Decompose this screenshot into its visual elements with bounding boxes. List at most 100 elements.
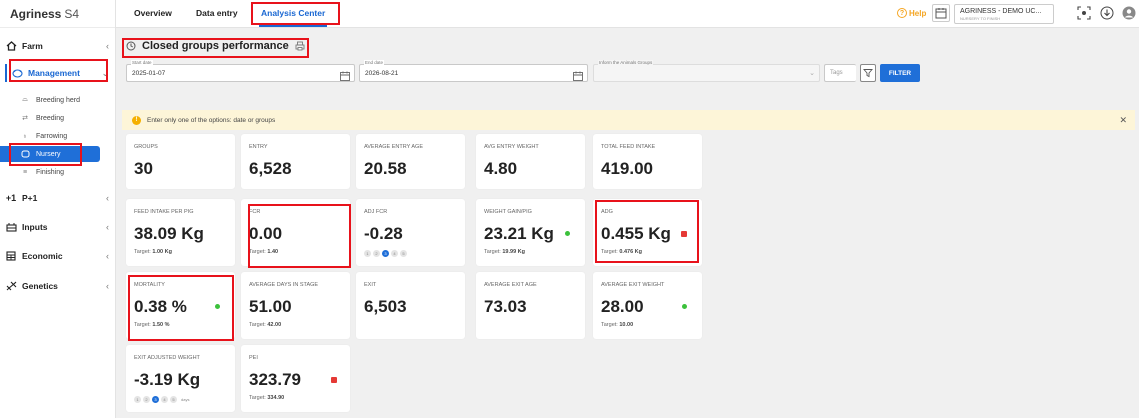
plus-one-icon: +1	[5, 193, 17, 203]
pager-dot-active[interactable]: 3	[152, 396, 159, 403]
card-label: ADJ FCR	[364, 209, 388, 215]
kpi-card-adg: ADG 0.455 Kg Target: 0.476 Kg	[593, 199, 702, 266]
funnel-icon	[863, 69, 873, 78]
card-target: Target: 1.00 Kg	[134, 249, 172, 255]
help-button[interactable]: ? Help	[897, 8, 926, 18]
sidebar-subitem-finishing[interactable]: ≡ Finishing	[0, 164, 102, 180]
farm-selector[interactable]: AGRINESS - DEMO UC... NURSERY TO FINISH	[954, 4, 1054, 24]
sidebar-item-economic[interactable]: Economic ‹	[0, 245, 116, 267]
app-brand[interactable]: Agriness S4	[0, 0, 115, 28]
sidebar-subitem-farrowing[interactable]: ♁ Farrowing	[0, 128, 102, 144]
pager-dot-active[interactable]: 3	[382, 250, 389, 257]
sidebar: Agriness S4 Farm ‹ Management ⌄ ⌓ Breedi…	[0, 0, 116, 418]
info-banner: ! Enter only one of the options: date or…	[122, 110, 1135, 130]
pager-dot[interactable]: 5	[400, 250, 407, 257]
sidebar-item-genetics[interactable]: Genetics ‹	[0, 275, 116, 297]
start-date-field[interactable]: Start date 2025-01-07	[126, 60, 355, 82]
scan-icon[interactable]	[1076, 5, 1092, 21]
banner-text: Enter only one of the options: date or g…	[147, 116, 276, 124]
target-value: 334.90	[267, 395, 285, 401]
download-icon[interactable]	[1099, 5, 1115, 21]
target-label: Target:	[601, 322, 618, 328]
sidebar-item-farm[interactable]: Farm ‹	[0, 35, 116, 57]
status-good-dot	[215, 304, 220, 309]
kpi-card-weight-gain: WEIGHT GAIN/PIG 23.21 Kg Target: 19.99 K…	[476, 199, 585, 266]
target-label: Target:	[484, 249, 501, 255]
subitem-label: Nursery	[36, 150, 61, 158]
calendar-icon[interactable]	[340, 68, 350, 86]
card-pager: 1 2 3 4 5	[364, 250, 407, 257]
kpi-card-adj-fcr: ADJ FCR -0.28 1 2 3 4 5	[356, 199, 465, 266]
chevron-left-icon: ‹	[106, 222, 109, 232]
calendar-button[interactable]	[932, 4, 950, 22]
tab-overview[interactable]: Overview	[134, 8, 172, 18]
status-good-dot	[682, 304, 687, 309]
filter-options-button[interactable]	[860, 64, 876, 82]
pager-dot[interactable]: 2	[373, 250, 380, 257]
card-label: ENTRY	[249, 144, 268, 150]
kpi-card-avg-exit-age: AVERAGE EXIT AGE 73.03	[476, 272, 585, 339]
animal-groups-select[interactable]: Inform the Animals Groups ⌄	[593, 60, 820, 82]
end-date-field[interactable]: End date 2026-08-21	[359, 60, 588, 82]
target-value: 19.99 Kg	[502, 249, 525, 255]
piglet-icon	[14, 150, 36, 158]
sidebar-subitem-breeding[interactable]: ⇄ Breeding	[0, 110, 102, 126]
calendar-icon[interactable]	[573, 68, 583, 86]
animal-groups-label: Inform the Animals Groups	[598, 60, 654, 65]
target-value: 1.00 Kg	[152, 249, 172, 255]
end-date-label: End date	[364, 60, 385, 65]
sidebar-subitem-nursery[interactable]: Nursery	[0, 146, 100, 162]
target-label: Target:	[249, 395, 266, 401]
kpi-card-fcr: FCR 0.00 Target: 1.40	[241, 199, 350, 266]
target-label: Target:	[134, 322, 151, 328]
print-icon[interactable]	[295, 41, 305, 51]
kpi-card-pei: PEI 323.79 Target: 334.90	[241, 345, 350, 412]
avatar[interactable]	[1121, 5, 1137, 21]
card-value: 28.00	[601, 297, 644, 316]
card-target: Target: 334.90	[249, 395, 284, 401]
kpi-card-total-feed-intake: TOTAL FEED INTAKE 419.00	[593, 134, 702, 189]
pager-dot[interactable]: 4	[161, 396, 168, 403]
kpi-card-avg-entry-age: AVERAGE ENTRY AGE 20.58	[356, 134, 465, 189]
pager-dot[interactable]: 2	[143, 396, 150, 403]
card-target: Target: 10.00	[601, 322, 633, 328]
card-label: AVERAGE ENTRY AGE	[364, 144, 423, 150]
card-value: -3.19 Kg	[134, 370, 201, 389]
pager-dot[interactable]: 4	[391, 250, 398, 257]
dna-icon	[0, 281, 22, 291]
sidebar-subitem-breeding-herd[interactable]: ⌓ Breeding herd	[0, 92, 102, 108]
card-label: PEI	[249, 355, 258, 361]
warning-icon: !	[132, 115, 141, 125]
card-value: 0.38 %	[134, 297, 187, 316]
card-label: FCR	[249, 209, 261, 215]
tags-input[interactable]: Tags	[824, 64, 856, 82]
sidebar-item-label: Inputs	[22, 222, 48, 232]
sidebar-item-p1[interactable]: +1 P+1 ‹	[0, 187, 116, 209]
pager-dot[interactable]: 1	[134, 396, 141, 403]
page-header: Closed groups performance	[126, 40, 305, 52]
target-value: 42.00	[267, 322, 282, 328]
pig-icon	[6, 68, 28, 78]
card-target: Target: 42.00	[249, 322, 281, 328]
card-label: EXIT	[364, 282, 377, 288]
bottle-icon: ♁	[22, 132, 28, 140]
pager-dot[interactable]: 1	[364, 250, 371, 257]
close-icon[interactable]: ✕	[1119, 115, 1127, 126]
card-value: 419.00	[601, 159, 653, 178]
history-icon	[126, 41, 136, 51]
help-icon: ?	[897, 8, 907, 18]
pager-dot[interactable]: 5	[170, 396, 177, 403]
tab-analysis-center[interactable]: Analysis Center	[261, 8, 325, 18]
target-value: 1.50 %	[152, 322, 170, 328]
sidebar-item-management[interactable]: Management ⌄	[0, 62, 116, 84]
filter-button[interactable]: FILTER	[880, 64, 920, 82]
target-label: Target:	[601, 249, 618, 255]
kpi-card-exit-adjusted-weight: EXIT ADJUSTED WEIGHT -3.19 Kg 1 2 3 4 5 …	[126, 345, 235, 412]
card-value: 38.09 Kg	[134, 224, 204, 243]
tab-data-entry[interactable]: Data entry	[196, 8, 238, 18]
chevron-left-icon: ‹	[106, 251, 109, 261]
status-good-dot	[565, 231, 570, 236]
chevron-down-icon: ⌄	[101, 67, 109, 78]
sidebar-item-inputs[interactable]: Inputs ‹	[0, 216, 116, 238]
kpi-card-avg-days-in-stage: AVERAGE DAYS IN STAGE 51.00 Target: 42.0…	[241, 272, 350, 339]
